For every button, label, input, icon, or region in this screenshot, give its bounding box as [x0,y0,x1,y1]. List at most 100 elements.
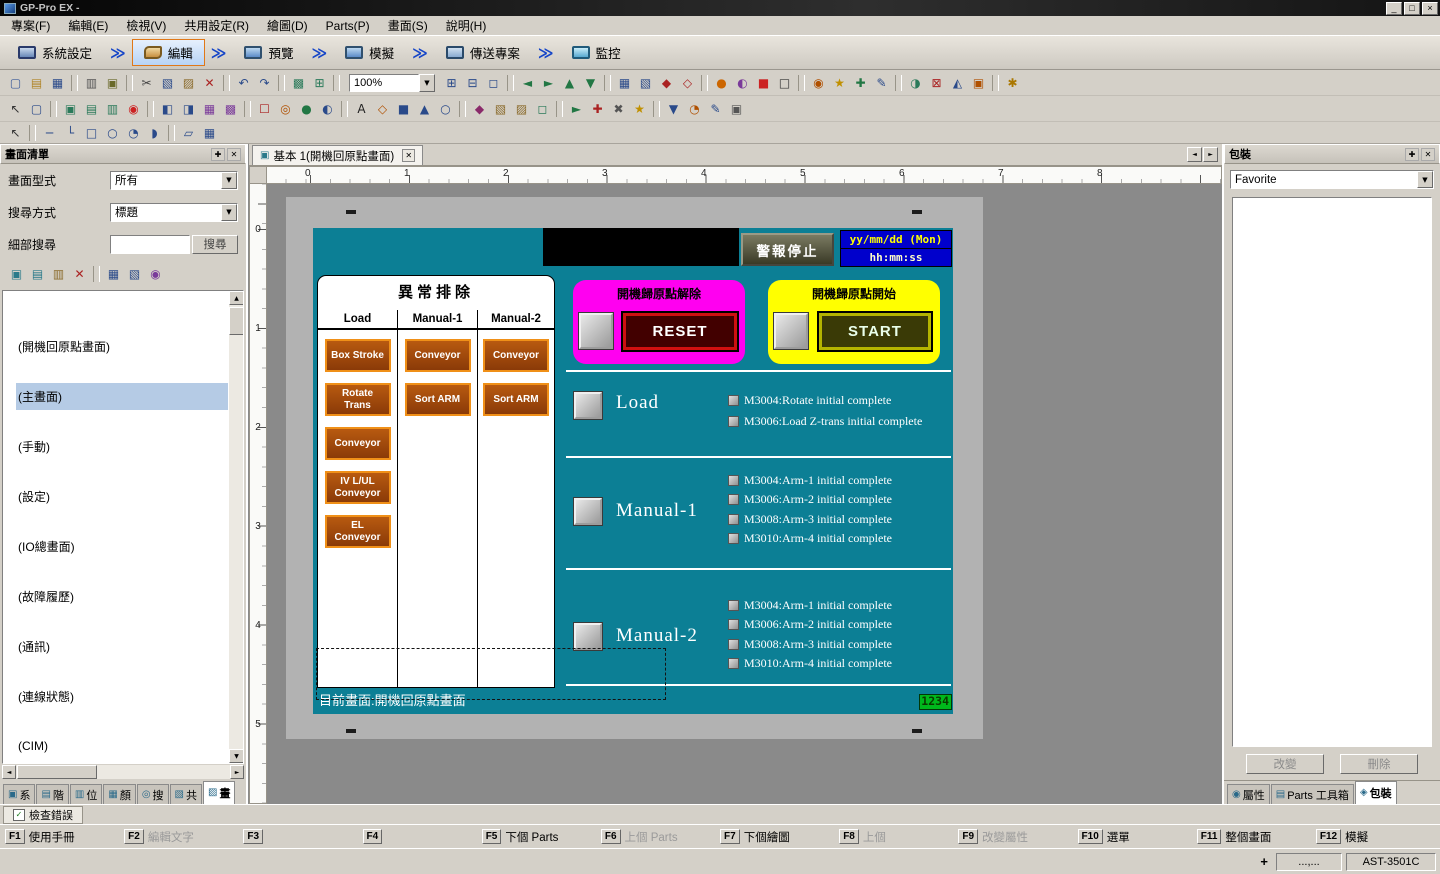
close-panel-icon[interactable]: ✕ [1421,148,1435,161]
menu-item[interactable]: Parts(P) [317,17,379,35]
menu-item[interactable]: 畫面(S) [379,15,437,36]
function-key[interactable]: F4 [363,829,482,844]
close-button[interactable]: × [1422,2,1438,15]
circle-tool-icon[interactable]: ○ [436,99,455,118]
paste-screen-icon[interactable]: ▥ [49,265,68,284]
tab-scroll-left-icon[interactable]: ◄ [1187,147,1202,162]
menu-item[interactable]: 共用設定(R) [175,15,258,36]
print-preview-icon[interactable]: ▣ [103,73,122,92]
function-key[interactable]: F2 編輯文字 [124,829,243,845]
screen-info-icon[interactable]: ◉ [146,265,165,284]
function-key[interactable]: F6 上個 Parts [601,829,720,845]
word-switch-icon[interactable]: ▤ [82,99,101,118]
alarm-stop-button[interactable]: 警報停止 [741,233,834,266]
tab-address[interactable]: ▥ 位 [70,784,102,804]
rotate-icon[interactable]: ◭ [948,73,967,92]
redo-icon[interactable]: ↷ [255,73,274,92]
snap-icon[interactable]: ⊞ [310,73,329,92]
hmi-function-button[interactable]: Rotate Trans [325,383,391,416]
polyline-icon[interactable]: └ [61,123,80,142]
polygon-icon[interactable]: ▲ [415,99,434,118]
tab-package[interactable]: ◈ 包裝 [1355,781,1397,804]
workflow-button[interactable]: 監控 [560,39,633,66]
menu-item[interactable]: 編輯(E) [59,15,117,36]
screen-list-item[interactable]: (通訊) [3,621,228,671]
copy-icon[interactable]: ▧ [158,73,177,92]
status-checkbox[interactable] [728,600,739,611]
target-icon[interactable]: ◉ [809,73,828,92]
print-icon[interactable]: ▥ [82,73,101,92]
symbol-icon[interactable]: ★ [630,99,649,118]
start-button[interactable]: START [819,313,931,350]
grid-icon[interactable]: ▩ [289,73,308,92]
add-part-icon[interactable]: ✚ [851,73,870,92]
origin-start-panel[interactable]: 開機歸原點開始 START [768,280,940,364]
scroll-right-icon[interactable]: ► [230,765,244,779]
delete-button[interactable]: 刪除 [1340,754,1418,774]
screen-list-item[interactable]: (IO總畫面) [3,521,228,571]
workflow-button[interactable]: 預覽 [232,39,305,66]
scale-icon[interactable]: ▱ [179,123,198,142]
timer-icon[interactable]: ◔ [685,99,704,118]
window-screen-icon[interactable]: ◻ [533,99,552,118]
hmi-function-button[interactable]: Box Stroke [325,339,391,372]
pin-icon[interactable]: ✚ [1405,148,1419,161]
filled-rect-icon[interactable]: ■ [394,99,413,118]
screen-list-item[interactable]: (CIM) [3,721,228,764]
tab-screen-list[interactable]: ▨ 畫 [203,781,235,804]
screen-list-item[interactable]: (連線狀態) [3,671,228,721]
numeric-display[interactable]: 1234 [919,694,952,710]
pin-icon[interactable]: ✚ [211,148,225,161]
fill-color-icon[interactable]: ■ [754,73,773,92]
selector-list-icon[interactable]: ▼ [664,99,683,118]
trouble-clear-panel[interactable]: 異常排除 Load Manual-1 Manual-2 Box StrokeRo… [317,275,555,688]
hmi-indicator-button[interactable] [774,313,808,349]
time-display[interactable]: hh:mm:ss [841,249,951,266]
scroll-left-icon[interactable]: ◄ [2,765,16,779]
zoom-fit-icon[interactable]: ◻ [484,73,503,92]
scroll-down-icon[interactable]: ▼ [229,749,244,763]
function-key[interactable]: F7 下個繪圖 [720,829,839,845]
hmi-indicator-button[interactable] [579,313,613,349]
arc-icon[interactable]: ◔ [124,123,143,142]
menu-item[interactable]: 專案(F) [2,15,59,36]
status-checkbox[interactable] [728,658,739,669]
part-id-icon[interactable]: ▢ [27,99,46,118]
dropdown-arrow-icon[interactable]: ▼ [221,172,237,189]
workflow-button[interactable]: 編輯 [132,39,205,66]
mark-icon[interactable]: ◇ [373,99,392,118]
hmi-function-button[interactable]: Sort ARM [483,383,549,416]
message-display-icon[interactable]: ◐ [318,99,337,118]
tab-close-icon[interactable]: ✕ [402,149,415,162]
tab-scroll-right-icon[interactable]: ► [1203,147,1218,162]
picture-display-icon[interactable]: ● [297,99,316,118]
hmi-function-button[interactable]: EL Conveyor [325,515,391,548]
next-screen-icon[interactable]: ► [539,73,558,92]
table-icon[interactable]: ▦ [200,123,219,142]
function-key[interactable]: F5 下個 Parts [482,829,601,845]
status-checkbox[interactable] [728,533,739,544]
parts-outline-icon[interactable]: ◇ [678,73,697,92]
select-tool-icon[interactable]: ↖ [6,99,25,118]
screen-list-item[interactable]: (開機回原點畫面) [3,321,228,371]
keypad-input-icon[interactable]: ◨ [179,99,198,118]
function-key[interactable]: F9 改變屬性 [958,829,1077,845]
error-check-tab[interactable]: ✓ 檢查錯誤 [3,806,83,824]
vertical-scrollbar[interactable]: ▲ ▼ [228,291,243,763]
status-checkbox[interactable] [728,395,739,406]
sampling-icon[interactable]: ▨ [512,99,531,118]
function-key[interactable]: F3 [243,829,362,844]
cut-icon[interactable]: ✂ [137,73,156,92]
zoom-out-icon[interactable]: ⊟ [463,73,482,92]
previous-screen-icon[interactable]: ◄ [518,73,537,92]
screen-preview-icon[interactable]: ▦ [104,265,123,284]
line-icon[interactable]: ─ [40,123,59,142]
delete-icon[interactable]: ✕ [200,73,219,92]
function-key[interactable]: F12 模擬 [1316,829,1435,845]
options-icon[interactable]: ✱ [1003,73,1022,92]
favorites-icon[interactable]: ★ [830,73,849,92]
hmi-function-button[interactable]: Sort ARM [405,383,471,416]
group-icon[interactable]: ▣ [727,99,746,118]
movie-player-icon[interactable]: ► [567,99,586,118]
paste-icon[interactable]: ▨ [179,73,198,92]
